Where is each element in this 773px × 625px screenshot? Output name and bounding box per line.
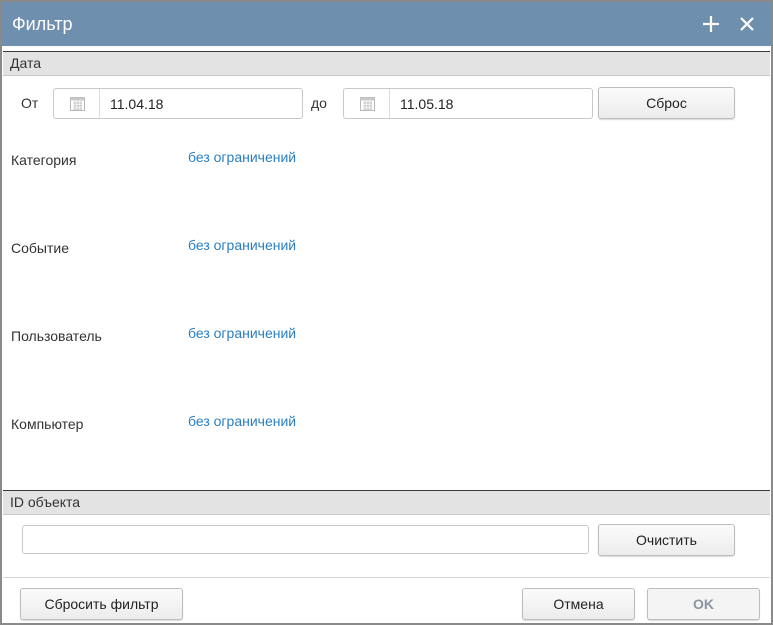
date-section-header: Дата: [3, 51, 770, 76]
object-id-input[interactable]: [22, 525, 589, 554]
filter-link-computer[interactable]: без ограничений: [188, 413, 296, 429]
date-to-label: до: [311, 95, 327, 111]
date-from-input[interactable]: [101, 89, 301, 118]
filter-label-category: Категория: [11, 152, 77, 168]
clear-button[interactable]: Очистить: [598, 524, 735, 556]
title-bar: Фильтр: [2, 2, 771, 46]
cancel-button[interactable]: Отмена: [522, 588, 635, 620]
id-section-header: ID объекта: [3, 490, 770, 515]
date-to-field: [343, 88, 593, 119]
plus-icon[interactable]: [697, 10, 725, 38]
ok-button[interactable]: OK: [647, 588, 760, 620]
filter-dialog: Фильтр Дата От до Сброс: [0, 0, 773, 625]
date-to-input[interactable]: [391, 89, 591, 118]
filter-link-user[interactable]: без ограничений: [188, 325, 296, 341]
close-icon[interactable]: [733, 10, 761, 38]
reset-filter-button[interactable]: Сбросить фильтр: [20, 588, 183, 620]
filter-link-category[interactable]: без ограничений: [188, 149, 296, 165]
date-from-label: От: [21, 95, 39, 111]
filter-label-computer: Компьютер: [11, 416, 84, 432]
date-from-field: [53, 88, 303, 119]
date-reset-button[interactable]: Сброс: [598, 87, 735, 119]
footer-divider: [3, 577, 770, 578]
filter-label-event: Событие: [11, 240, 69, 256]
calendar-icon[interactable]: [344, 89, 390, 118]
window-title: Фильтр: [12, 14, 73, 34]
calendar-icon[interactable]: [54, 89, 100, 118]
filter-link-event[interactable]: без ограничений: [188, 237, 296, 253]
filter-label-user: Пользователь: [11, 328, 102, 344]
